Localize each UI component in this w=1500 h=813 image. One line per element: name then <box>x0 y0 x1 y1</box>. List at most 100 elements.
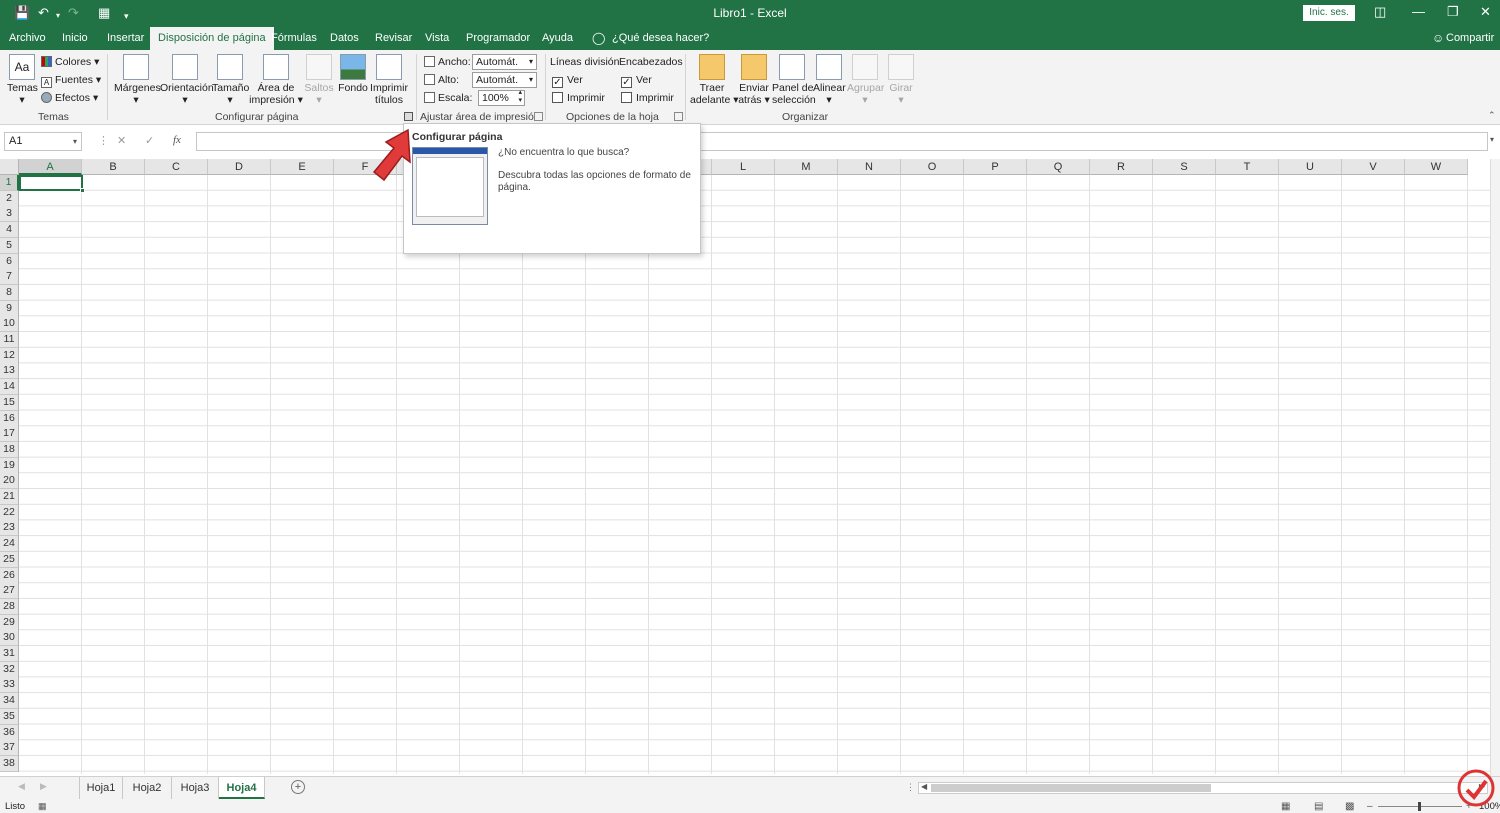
row-header[interactable]: 15 <box>0 394 19 411</box>
tab-ayuda[interactable]: Ayuda <box>542 27 573 50</box>
row-header[interactable]: 3 <box>0 206 19 223</box>
scale-launcher-icon[interactable] <box>534 112 543 121</box>
page-break-view-icon[interactable]: ▩ <box>1345 800 1354 813</box>
tab-datos[interactable]: Datos <box>330 27 359 50</box>
row-header[interactable]: 25 <box>0 551 19 568</box>
column-header[interactable]: N <box>838 159 901 175</box>
page-layout-view-icon[interactable]: ▤ <box>1314 800 1323 813</box>
row-header[interactable]: 8 <box>0 284 19 301</box>
row-header[interactable]: 29 <box>0 614 19 631</box>
column-header[interactable]: C <box>145 159 208 175</box>
column-header[interactable]: S <box>1153 159 1216 175</box>
add-sheet-icon[interactable]: + <box>291 780 305 794</box>
row-header[interactable]: 24 <box>0 536 19 553</box>
row-header[interactable]: 28 <box>0 598 19 615</box>
row-header[interactable]: 33 <box>0 677 19 694</box>
row-header[interactable]: 32 <box>0 661 19 678</box>
sheet-tab-active[interactable]: Hoja4 <box>219 777 265 799</box>
tab-formulas[interactable]: Fórmulas <box>271 27 317 50</box>
row-header[interactable]: 20 <box>0 473 19 490</box>
align-button[interactable]: Alinear ▾ <box>813 54 846 106</box>
tab-archivo[interactable]: Archivo <box>9 27 46 50</box>
name-box[interactable]: A1 ▾ <box>4 132 82 151</box>
row-header[interactable]: 6 <box>0 253 19 270</box>
row-header[interactable]: 12 <box>0 347 19 364</box>
margins-button[interactable]: Márgenes ▾ <box>114 54 161 106</box>
row-header[interactable]: 37 <box>0 740 19 757</box>
row-header[interactable]: 26 <box>0 567 19 584</box>
sheet-options-launcher-icon[interactable] <box>674 112 683 121</box>
sheet-tab[interactable]: Hoja3 <box>172 777 219 799</box>
minimize-icon[interactable]: — <box>1412 4 1425 20</box>
insert-function-icon[interactable]: fx <box>173 134 181 146</box>
row-header[interactable]: 17 <box>0 426 19 443</box>
tell-me-search[interactable]: ¿Qué desea hacer? <box>612 27 709 50</box>
horizontal-scrollbar[interactable]: ◀ ▶ <box>918 782 1488 794</box>
close-icon[interactable]: ✕ <box>1480 4 1491 20</box>
size-button[interactable]: Tamaño ▾ <box>212 54 249 106</box>
column-header[interactable]: B <box>82 159 145 175</box>
send-backward-button[interactable]: Enviar atrás ▾ <box>737 54 771 106</box>
column-header[interactable]: D <box>208 159 271 175</box>
headings-print-checkbox[interactable]: Imprimir <box>621 91 674 105</box>
tab-disposicion[interactable]: Disposición de página <box>150 27 274 50</box>
bring-forward-button[interactable]: Traer adelante ▾ <box>690 54 739 106</box>
zoom-slider-thumb[interactable] <box>1418 802 1421 811</box>
row-header[interactable]: 38 <box>0 755 19 772</box>
background-button[interactable]: Fondo <box>338 54 368 94</box>
sheet-tab[interactable]: Hoja2 <box>123 777 172 799</box>
row-header[interactable]: 34 <box>0 693 19 710</box>
tab-insertar[interactable]: Insertar <box>107 27 144 50</box>
row-header[interactable]: 10 <box>0 316 19 333</box>
print-area-button[interactable]: Área de impresión ▾ <box>249 54 303 106</box>
spreadsheet-grid[interactable]: ABCDEFGHIJKLMNOPQRSTUVW 1234567891011121… <box>0 159 1490 774</box>
collapse-ribbon-icon[interactable]: ⌃ <box>1488 110 1496 121</box>
column-header[interactable]: V <box>1342 159 1405 175</box>
tab-vista[interactable]: Vista <box>425 27 449 50</box>
restore-icon[interactable]: ❐ <box>1447 4 1459 20</box>
selection-pane-button[interactable]: Panel de selección <box>772 54 816 106</box>
row-header[interactable]: 30 <box>0 630 19 647</box>
themes-button[interactable]: Aa Temas ▾ <box>7 54 38 106</box>
row-header[interactable]: 18 <box>0 441 19 458</box>
vertical-scrollbar[interactable] <box>1490 159 1500 776</box>
select-all-button[interactable] <box>0 159 19 175</box>
column-header[interactable]: L <box>712 159 775 175</box>
active-cell[interactable] <box>19 175 83 191</box>
row-header[interactable]: 1 <box>0 175 19 191</box>
row-header[interactable]: 2 <box>0 190 19 207</box>
zoom-out-icon[interactable]: – <box>1367 800 1373 813</box>
normal-view-icon[interactable]: ▦ <box>1281 800 1290 813</box>
tab-programador[interactable]: Programador <box>466 27 530 50</box>
row-header[interactable]: 35 <box>0 708 19 725</box>
ribbon-display-options-icon[interactable]: ◫ <box>1374 4 1386 20</box>
print-titles-button[interactable]: Imprimir títulos <box>370 54 408 106</box>
tabs-split-icon[interactable]: ⋮ <box>906 782 915 793</box>
row-header[interactable]: 21 <box>0 489 19 505</box>
row-header[interactable]: 11 <box>0 332 19 348</box>
fonts-button[interactable]: A Fuentes ▾ <box>41 73 101 88</box>
row-header[interactable]: 36 <box>0 724 19 741</box>
scroll-right-icon[interactable]: ▶ <box>40 781 47 792</box>
column-header[interactable]: T <box>1216 159 1279 175</box>
column-header[interactable]: Q <box>1027 159 1090 175</box>
column-header[interactable]: R <box>1090 159 1153 175</box>
column-header[interactable]: A <box>19 159 82 175</box>
column-header[interactable]: M <box>775 159 838 175</box>
row-header[interactable]: 16 <box>0 410 19 427</box>
column-header[interactable]: E <box>271 159 334 175</box>
row-header[interactable]: 31 <box>0 646 19 662</box>
column-header[interactable]: U <box>1279 159 1342 175</box>
row-header[interactable]: 7 <box>0 269 19 286</box>
share-button[interactable]: Compartir <box>1446 27 1494 50</box>
orientation-button[interactable]: Orientación ▾ <box>160 54 214 106</box>
scroll-left-icon[interactable]: ◀ <box>18 781 25 792</box>
headings-view-checkbox[interactable]: ✓ Ver <box>621 73 652 88</box>
colors-button[interactable]: Colores ▾ <box>41 55 99 69</box>
row-header[interactable]: 9 <box>0 300 19 317</box>
row-header[interactable]: 5 <box>0 237 19 254</box>
row-header[interactable]: 19 <box>0 457 19 474</box>
row-header[interactable]: 27 <box>0 583 19 600</box>
gridlines-print-checkbox[interactable]: Imprimir <box>552 91 605 105</box>
row-header[interactable]: 22 <box>0 504 19 521</box>
